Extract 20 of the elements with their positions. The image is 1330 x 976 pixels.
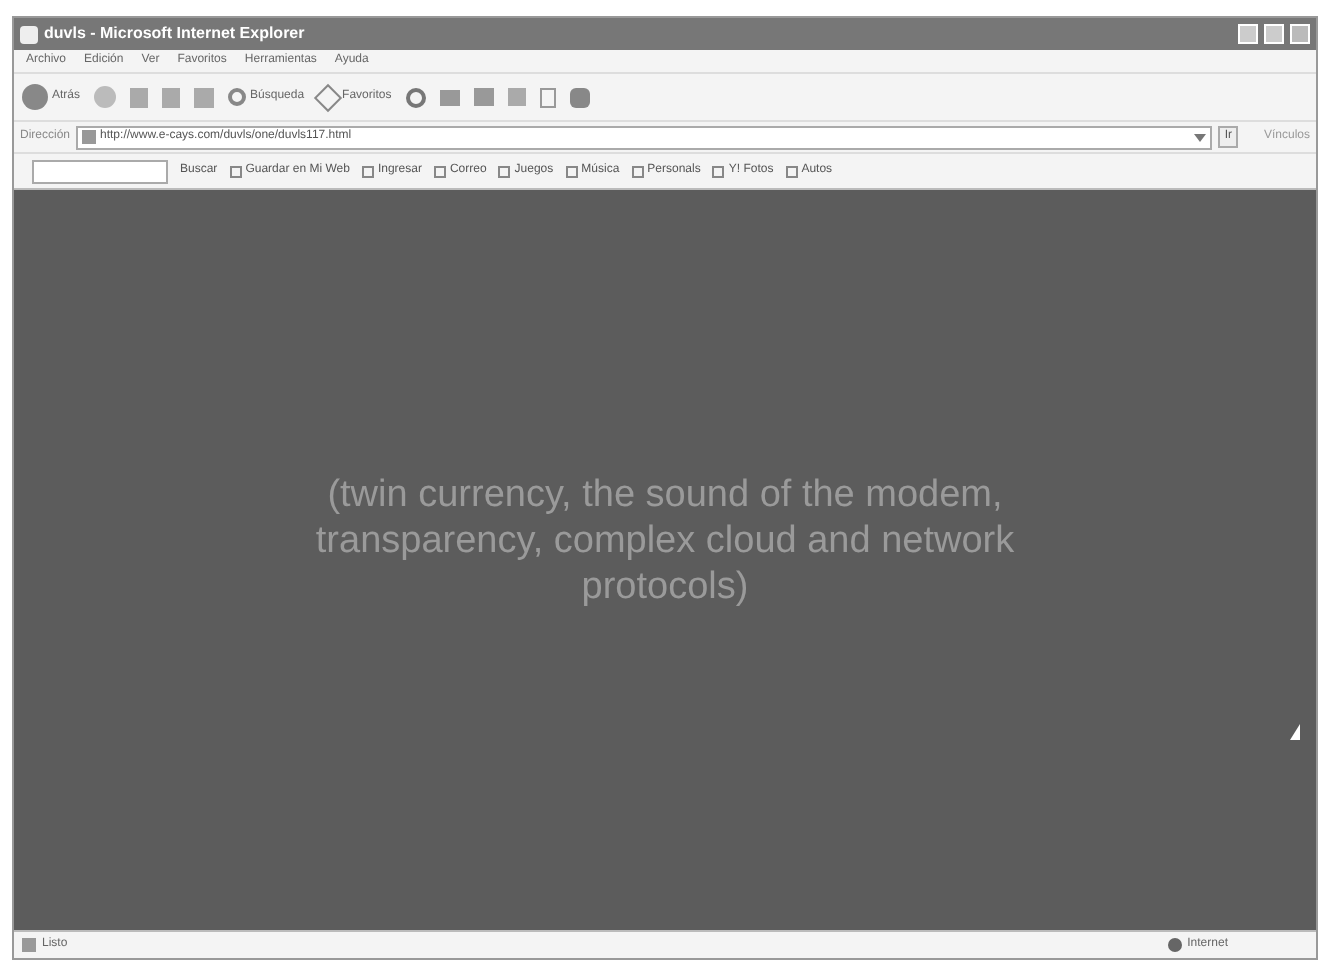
- browser-icon: [20, 25, 38, 43]
- maximize-button[interactable]: [1264, 24, 1284, 44]
- close-button[interactable]: [1290, 24, 1310, 44]
- minimize-button[interactable]: [1238, 24, 1258, 44]
- globe-icon: [1167, 938, 1182, 952]
- stop-button[interactable]: [130, 87, 149, 107]
- clock-icon: [405, 87, 426, 107]
- search-field[interactable]: [32, 159, 168, 183]
- dropdown-icon[interactable]: [1194, 133, 1207, 141]
- history-button[interactable]: [405, 87, 426, 107]
- forward-button[interactable]: [94, 86, 117, 108]
- page-button[interactable]: [539, 87, 556, 107]
- page-icon: [82, 130, 97, 144]
- search-icon: [228, 88, 247, 106]
- caption-text: (twin currency, the sound of the modem, transparency, complex cloud and network protocols): [313, 471, 1017, 609]
- window-title: duvls - Microsoft Internet Explorer: [44, 22, 305, 46]
- edit-button[interactable]: [507, 88, 526, 106]
- page-icon: [22, 938, 36, 952]
- refresh-button[interactable]: [162, 87, 181, 107]
- mouse-cursor-icon: [1290, 724, 1300, 740]
